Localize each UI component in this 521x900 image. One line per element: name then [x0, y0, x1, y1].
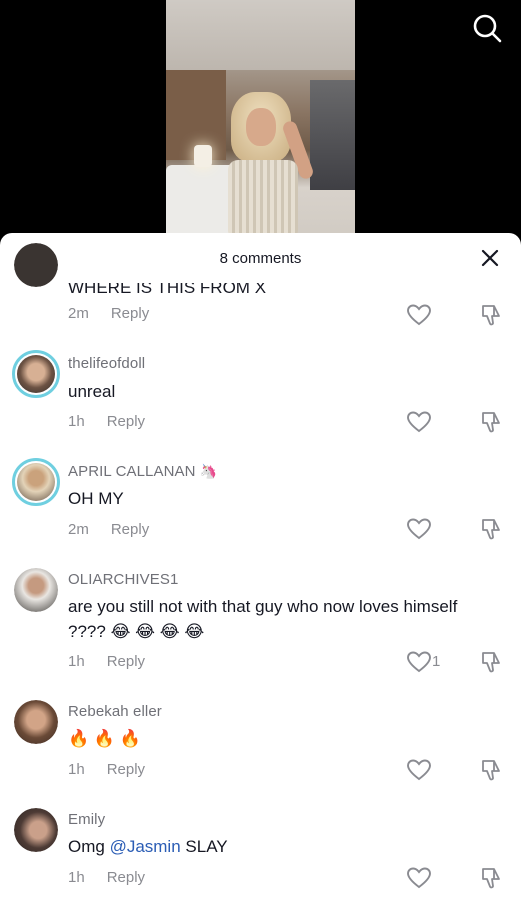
fire-emoji-group: 🔥 🔥 🔥 [68, 729, 141, 748]
thumbs-down-icon[interactable] [480, 304, 502, 326]
video-frame [166, 0, 355, 250]
comment-time: 1h [68, 869, 85, 886]
reply-button[interactable]: Reply [107, 413, 145, 430]
sheet-header: 8 comments [0, 233, 521, 283]
avatar[interactable] [14, 808, 58, 852]
comment-text: unreal [68, 382, 116, 401]
thumbs-down-icon[interactable] [480, 867, 502, 889]
comment-username[interactable]: Rebekah eller [68, 703, 162, 720]
reply-button[interactable]: Reply [111, 305, 149, 322]
comments-count-title: 8 comments [219, 249, 302, 267]
reply-button[interactable]: Reply [107, 653, 145, 670]
avatar[interactable] [12, 350, 60, 398]
avatar[interactable] [14, 243, 58, 287]
thumbs-down-icon[interactable] [480, 518, 502, 540]
comment-meta: 1h Reply [68, 653, 145, 670]
comment-meta: 1h Reply [68, 869, 145, 886]
comment-text: OH MY [68, 489, 124, 508]
comment-username[interactable]: APRIL CALLANAN 🦄 [68, 463, 217, 480]
comment-username[interactable]: OLIARCHIVES1 [68, 571, 178, 588]
comment-meta: 2m Reply [68, 521, 149, 538]
avatar[interactable] [12, 458, 60, 506]
mention-link[interactable]: @Jasmin [110, 837, 181, 856]
comment-text: 🔥 🔥 🔥 [68, 726, 461, 751]
avatar[interactable] [14, 700, 58, 744]
search-icon[interactable] [471, 12, 503, 44]
close-icon[interactable] [479, 247, 501, 269]
comment-time: 1h [68, 761, 85, 778]
comment-meta: 2m Reply [68, 305, 149, 322]
comments-sheet: 8 comments WHERE IS THIS FROM X 2m Reply… [0, 233, 521, 900]
reply-button[interactable]: Reply [107, 869, 145, 886]
avatar[interactable] [14, 568, 58, 612]
heart-outline-icon[interactable] [407, 411, 431, 433]
comment-meta: 1h Reply [68, 413, 145, 430]
unicorn-badge-icon: 🦄 [199, 463, 218, 479]
like-count: 1 [432, 653, 441, 670]
thumbs-down-icon[interactable] [480, 411, 502, 433]
reply-button[interactable]: Reply [107, 761, 145, 778]
laughing-emoji-group: 😂 😂 😂 😂 [110, 622, 205, 641]
comment-meta: 1h Reply [68, 761, 145, 778]
comment-text: are you still not with that guy who now … [68, 597, 458, 641]
thumbs-down-icon[interactable] [480, 651, 502, 673]
heart-outline-icon[interactable] [407, 867, 431, 889]
comment-username[interactable]: Emily [68, 811, 105, 828]
comment-time: 2m [68, 521, 89, 538]
video-player[interactable] [0, 0, 521, 250]
heart-outline-icon[interactable] [407, 518, 431, 540]
heart-outline-icon[interactable] [407, 304, 431, 326]
heart-outline-icon[interactable] [407, 651, 431, 673]
reply-button[interactable]: Reply [111, 521, 149, 538]
heart-outline-icon[interactable] [407, 759, 431, 781]
comment-text: Omg @Jasmin SLAY [68, 837, 228, 856]
comment-username[interactable]: thelifeofdoll [68, 355, 145, 372]
comment-time: 1h [68, 653, 85, 670]
comment-time: 1h [68, 413, 85, 430]
comment-time: 2m [68, 305, 89, 322]
thumbs-down-icon[interactable] [480, 759, 502, 781]
